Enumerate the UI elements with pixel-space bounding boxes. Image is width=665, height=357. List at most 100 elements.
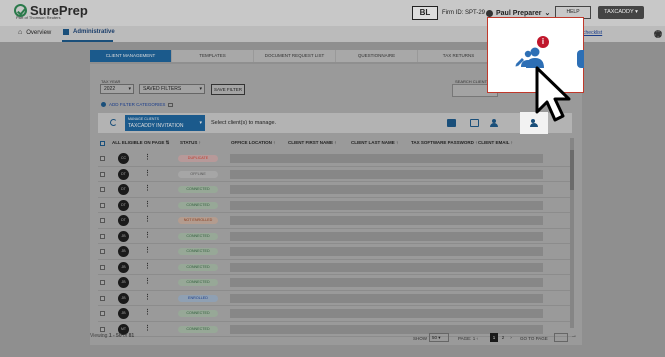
add-filter-categories-button[interactable]: ADD FILTER CATEGORIES [101, 102, 174, 107]
row-checkbox[interactable] [100, 171, 105, 177]
select-all-checkbox[interactable] [100, 141, 105, 146]
page-1-button[interactable]: 1 [490, 333, 498, 342]
save-filter-button[interactable]: SAVE FILTER [211, 84, 245, 95]
nav-active-indicator [62, 40, 113, 42]
col-office-location[interactable]: OFFICE LOCATION ↑ [231, 140, 275, 145]
row-menu-icon[interactable]: ⋮ [144, 247, 151, 255]
row-menu-icon[interactable]: ⋮ [144, 325, 151, 333]
avatar: DT [118, 215, 129, 226]
avatar: JB [118, 308, 129, 319]
viewing-range: 1 - 50 [108, 333, 122, 339]
refresh-icon[interactable] [110, 119, 117, 126]
row-checkbox[interactable] [100, 156, 105, 161]
row-checkbox[interactable] [100, 233, 105, 239]
settings-gear-icon[interactable] [654, 30, 662, 38]
col-status-label: STATUS [180, 140, 198, 145]
table-row[interactable]: DT ⋮ NOT ENROLLED [98, 213, 574, 229]
chevron-down-icon: ⌄ [544, 10, 551, 17]
status-badge: OFFLINE [178, 170, 218, 178]
col-client-email[interactable]: CLIENT EMAIL ↑ [478, 140, 513, 145]
taxcaddy-label: TAXCADDY [604, 9, 634, 15]
table-row[interactable]: DT ⋮ OFFLINE [98, 167, 574, 182]
col-tax-password[interactable]: TAX SOFTWARE PASSWORD ↑ [411, 140, 477, 145]
show-label: SHOW [413, 336, 427, 341]
next-page-icon[interactable]: › [507, 333, 515, 342]
row-menu-icon[interactable]: ⋮ [144, 216, 151, 224]
page-2-button[interactable]: 2 [499, 333, 507, 342]
row-checkbox[interactable] [100, 249, 105, 254]
row-checkbox[interactable] [100, 295, 105, 301]
outlook-icon[interactable] [447, 119, 456, 127]
row-menu-icon[interactable]: ⋮ [144, 294, 151, 302]
edit-users-zoomed-icon[interactable] [515, 46, 545, 68]
table-row[interactable]: JB ⋮ CONNECTED [98, 229, 574, 244]
tab-questionnaire[interactable]: QUESTIONNAIRE [336, 50, 418, 62]
table-row[interactable]: JB ⋮ ENROLLED [98, 291, 574, 306]
row-data-placeholder [230, 154, 543, 163]
status-badge: DUPLICATE [178, 155, 218, 162]
plus-icon [101, 102, 106, 107]
row-data-placeholder [230, 278, 543, 287]
col-tax-password-label: TAX SOFTWARE PASSWORD [411, 140, 474, 145]
row-menu-icon[interactable]: ⋮ [144, 201, 151, 209]
row-menu-icon[interactable]: ⋮ [144, 170, 151, 178]
status-badge: CONNECTED [178, 232, 218, 240]
goto-page-input[interactable] [554, 333, 568, 342]
document-icon[interactable] [470, 119, 479, 127]
avatar: DT [118, 184, 129, 195]
row-checkbox[interactable] [100, 326, 105, 332]
row-checkbox[interactable] [100, 202, 105, 208]
tax-year-select[interactable]: 2022 [100, 84, 134, 94]
table-row[interactable]: JB ⋮ CONNECTED [98, 275, 574, 291]
table-row[interactable]: DT ⋮ CONNECTED [98, 198, 574, 213]
tab-templates[interactable]: TEMPLATES [172, 50, 254, 62]
table-row[interactable]: DT ⋮ CONNECTED [98, 182, 574, 198]
page-size-value: 50 [432, 335, 438, 340]
status-badge: ENROLLED [178, 294, 218, 302]
viewing-prefix: Viewing [90, 333, 108, 339]
nav-administrative-label: Administrative [73, 29, 115, 35]
row-menu-icon[interactable]: ⋮ [144, 185, 151, 193]
col-first-name[interactable]: CLIENT FIRST NAME ↑ [288, 140, 337, 145]
row-checkbox[interactable] [100, 264, 105, 270]
row-menu-icon[interactable]: ⋮ [144, 263, 151, 271]
assign-user-icon[interactable] [490, 119, 499, 127]
row-menu-icon[interactable]: ⋮ [144, 278, 151, 286]
tab-document-request-list[interactable]: DOCUMENT REQUEST LIST [254, 50, 336, 62]
row-checkbox[interactable] [100, 280, 105, 285]
table-row[interactable]: JB ⋮ CONNECTED [98, 260, 574, 275]
row-checkbox[interactable] [100, 311, 105, 316]
status-badge: CONNECTED [178, 186, 218, 193]
row-data-placeholder [230, 247, 543, 256]
viewing-of: of [123, 333, 128, 339]
status-badge: CONNECTED [178, 201, 218, 209]
row-menu-icon[interactable]: ⋮ [144, 154, 151, 162]
row-checkbox[interactable] [100, 218, 105, 223]
user-menu[interactable]: Paul Preparer ⌄ [486, 9, 550, 17]
col-all-eligible[interactable]: ALL ELIGIBLE ON PAGE ⇅ [112, 140, 169, 146]
status-badge: CONNECTED [178, 248, 218, 255]
page-label: PAGE: 1 ‹ [458, 336, 478, 341]
taxcaddy-button[interactable]: TAXCADDY ▾ [598, 6, 644, 19]
filter-info-icon [168, 102, 174, 107]
table-row[interactable]: JB ⋮ CONNECTED [98, 244, 574, 260]
row-checkbox[interactable] [100, 187, 105, 192]
avatar: DT [118, 168, 129, 180]
goto-arrow-icon[interactable]: → [571, 333, 577, 339]
col-status[interactable]: STATUS ↑ [180, 140, 201, 145]
table-row[interactable]: JB ⋮ CONNECTED [98, 306, 574, 322]
scrollbar-thumb[interactable] [570, 150, 574, 190]
avatar: CC [118, 153, 129, 164]
page-size-select[interactable]: 50 ▾ [429, 333, 449, 342]
row-menu-icon[interactable]: ⋮ [144, 309, 151, 317]
nav-overview[interactable]: ⌂ Overview [18, 29, 51, 36]
saved-filters-select[interactable]: SAVED FILTERS [139, 84, 205, 94]
nav-overview-label: Overview [26, 29, 52, 36]
manage-clients-select[interactable]: MANAGE CLIENTS TAXCADDY INVITATION [125, 115, 205, 131]
tab-client-management[interactable]: CLIENT MANAGEMENT [90, 50, 172, 62]
col-last-name[interactable]: CLIENT LAST NAME ↑ [351, 140, 398, 145]
row-menu-icon[interactable]: ⋮ [144, 232, 151, 240]
page-first[interactable]: 1 [473, 336, 476, 341]
nav-administrative[interactable]: Administrative [63, 29, 115, 35]
table-row[interactable]: CC ⋮ DUPLICATE [98, 151, 574, 167]
